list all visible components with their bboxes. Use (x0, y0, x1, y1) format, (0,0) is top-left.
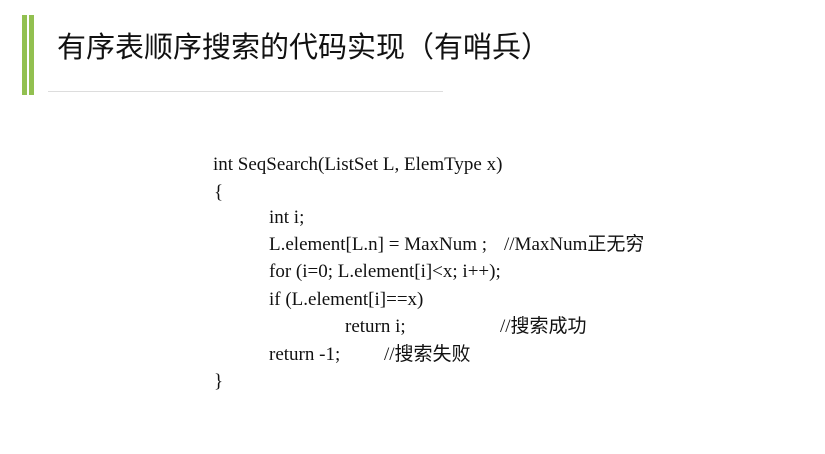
title-divider (48, 91, 443, 92)
code-line-signature: int SeqSearch(ListSet L, ElemType x) (213, 154, 503, 175)
accent-bar-left (22, 15, 27, 95)
code-line-declare: int i; (269, 207, 305, 228)
code-comment-success: //搜索成功 (500, 316, 587, 337)
code-comment-maxnum: //MaxNum正无穷 (504, 234, 645, 255)
code-line-return-i: return i; (345, 316, 406, 337)
code-line-if: if (L.element[i]==x) (269, 289, 424, 310)
code-comment-fail: //搜索失败 (384, 344, 471, 365)
code-line-close-brace: } (214, 371, 224, 392)
code-line-return-fail: return -1; (269, 344, 341, 365)
slide-title: 有序表顺序搜索的代码实现（有哨兵） (57, 30, 551, 64)
accent-bar-right (29, 15, 34, 95)
code-line-sentinel: L.element[L.n] = MaxNum ; (269, 234, 488, 255)
code-line-open-brace: { (214, 182, 224, 203)
code-line-for: for (i=0; L.element[i]<x; i++); (269, 261, 501, 282)
